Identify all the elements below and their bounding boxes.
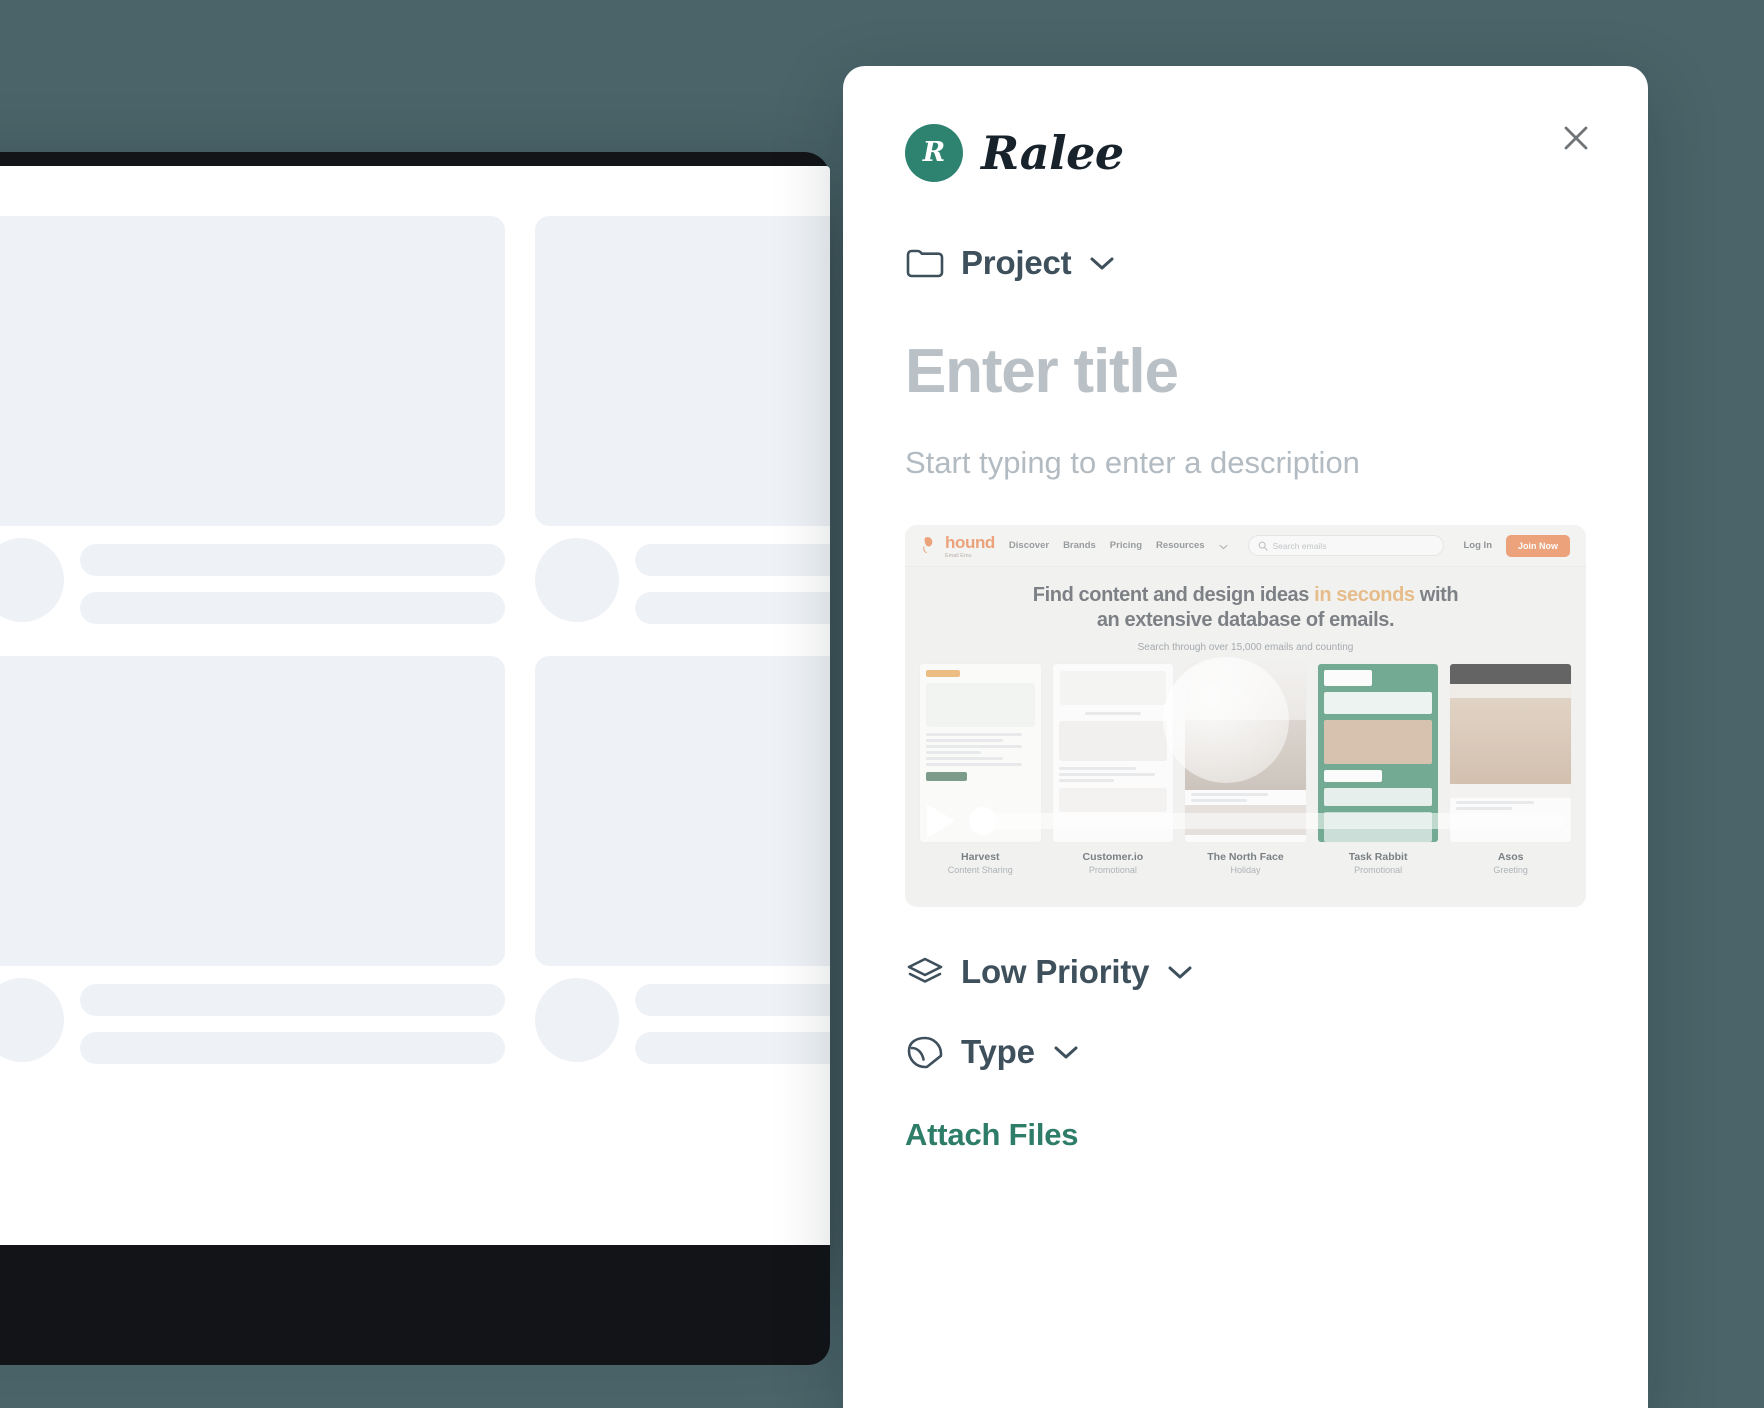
sticker-icon [905,1035,945,1069]
card-category: Greeting [1493,865,1528,876]
preview-search-input: Search emails [1247,535,1444,556]
skeleton-block [0,656,505,966]
task-detail-panel: R Ralee Project Enter title Start typing… [843,66,1648,1408]
card-brand: Customer.io [1082,851,1144,864]
preview-nav-pricing: Pricing [1109,540,1142,551]
hound-logo-text: hound [945,532,995,552]
card-brand: The North Face [1207,851,1284,864]
priority-selector[interactable]: Low Priority [905,953,1586,991]
skeleton-avatar [535,978,619,1062]
close-icon[interactable] [1554,116,1598,160]
card-brand: Task Rabbit [1348,851,1408,864]
title-input[interactable] [905,336,1586,407]
laptop-screen [0,166,830,1256]
headline-highlight: in seconds [1314,584,1415,606]
preview-card-grid: Harvest Content Sharing Customer.io Prom… [905,663,1586,875]
skeleton-block [535,216,830,526]
card-brand: Harvest [961,851,1000,864]
play-icon[interactable] [927,804,955,838]
search-icon [1258,541,1268,551]
project-selector[interactable]: Project [905,244,1586,282]
skeleton-pill [80,984,505,1016]
preview-search-placeholder: Search emails [1272,540,1327,551]
preview-hero: Find content and design ideas in seconds… [905,567,1586,663]
skeleton-avatar [0,978,64,1062]
brand-name: Ralee [981,126,1124,180]
project-selector-label: Project [961,244,1072,281]
headline-part-1: Find content and design ideas [1032,584,1315,606]
skeleton-pill [635,1032,830,1064]
preview-nav-discover: Discover [1008,540,1050,551]
priority-selector-label: Low Priority [961,953,1150,990]
preview-card-item: The North Face Holiday [1184,663,1307,875]
card-category: Promotional [1354,865,1403,876]
skeleton-block [535,656,830,966]
screen-backdrop: R Ralee Project Enter title Start typing… [0,0,1764,1408]
preview-subheadline: Search through over 15,000 emails and co… [1137,642,1354,654]
skeleton-block [0,216,505,526]
hound-logo: hound Email Emu [921,533,995,559]
preview-nav-resources: Resources [1156,540,1205,551]
preview-card-item: Customer.io Promotional [1051,663,1175,876]
ralee-logo-icon: R [905,124,963,182]
preview-nav-resources-chevron-down-icon [1219,537,1228,555]
headline-part-2: with [1414,584,1459,606]
chevron-down-icon [1087,253,1117,273]
chevron-down-icon [1051,1042,1081,1062]
video-progress-knob[interactable] [969,807,997,835]
skeleton-pill [80,544,505,576]
folder-icon [905,246,945,280]
description-input[interactable] [905,445,1586,481]
card-brand: Asos [1497,851,1524,864]
laptop-mockup [0,152,830,1257]
card-category: Holiday [1230,865,1261,876]
preview-join-now-button: Join Now [1506,534,1570,557]
hound-logo-subtitle: Email Emu [945,552,972,559]
chevron-down-icon [1165,962,1195,982]
preview-headline: Find content and design ideas in seconds… [931,583,1560,633]
attachment-video-preview[interactable]: hound Email Emu Discover Brands Pricing … [905,525,1586,907]
card-category: Promotional [1088,865,1137,876]
svg-text:R: R [922,137,945,168]
type-selector-label: Type [961,1033,1035,1070]
headline-line-2: an extensive database of emails. [1096,609,1395,632]
skeleton-pill [635,984,830,1016]
type-selector[interactable]: Type [905,1033,1586,1071]
skeleton-pill [80,592,505,624]
preview-card-item: Asos Greeting [1449,663,1572,875]
skeleton-pill [80,1032,505,1064]
attach-files-button[interactable]: Attach Files [905,1117,1079,1153]
card-category: Content Sharing [947,865,1013,876]
skeleton-avatar [0,538,64,622]
preview-site-navbar: hound Email Emu Discover Brands Pricing … [905,525,1586,567]
preview-card-item: Harvest Content Sharing [919,663,1042,875]
preview-login-link: Log In [1463,540,1493,551]
skeleton-pill [635,592,830,624]
skeleton-avatar [535,538,619,622]
preview-nav-brands: Brands [1063,540,1096,551]
laptop-base [0,1245,830,1365]
brand-logo: R Ralee [905,124,1586,182]
preview-card-item: Task Rabbit Promotional [1316,663,1440,876]
skeleton-pill [635,544,830,576]
layers-icon [905,955,945,989]
video-progress-scrubber[interactable] [969,807,1564,835]
